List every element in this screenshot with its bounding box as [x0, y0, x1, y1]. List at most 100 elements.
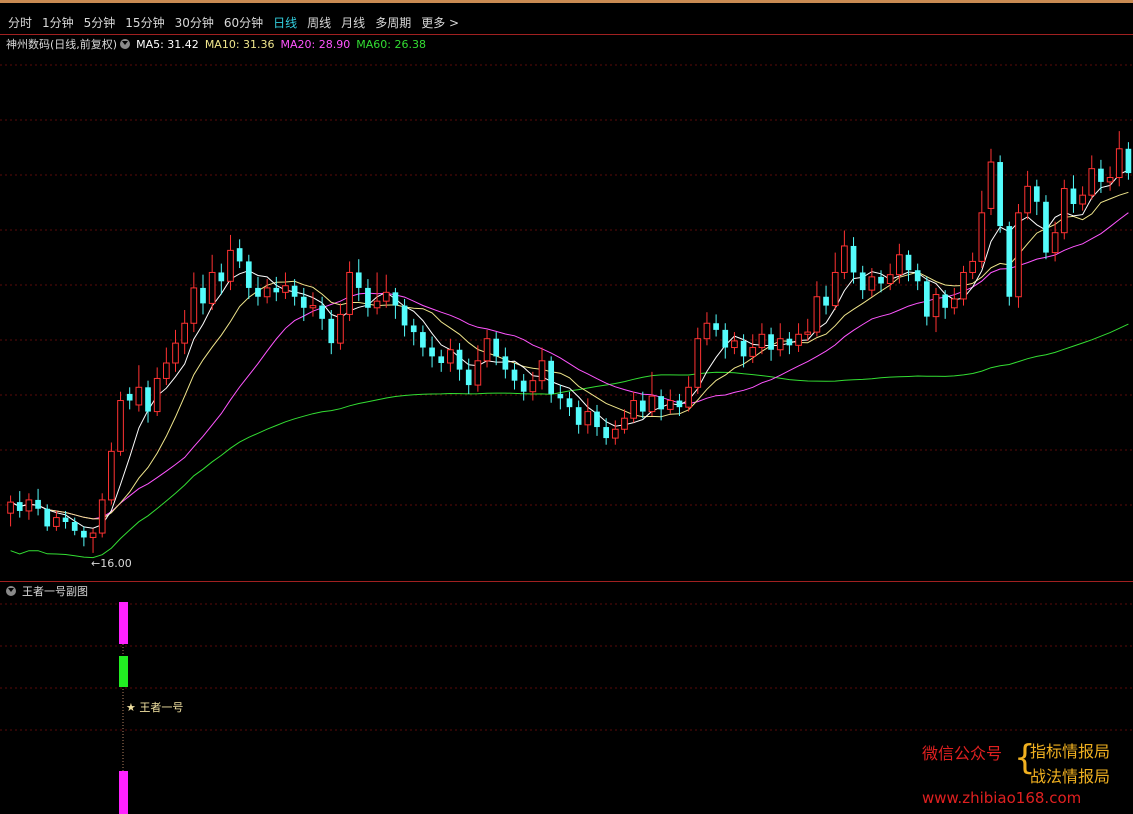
candle-up — [1079, 194, 1086, 205]
candle-up — [1106, 177, 1114, 183]
candle-up — [831, 271, 839, 307]
sub-signal-magenta-bar — [119, 771, 128, 814]
candle-down — [658, 396, 664, 410]
candle-up — [447, 349, 454, 364]
candle-up — [841, 245, 848, 273]
candle-down — [786, 338, 793, 346]
candle-down — [740, 340, 747, 357]
watermark-name1: 指标情报局 — [1030, 742, 1111, 761]
candle-up — [382, 291, 390, 302]
candle-down — [465, 369, 472, 386]
candle-up — [117, 400, 124, 452]
candle-up — [813, 296, 821, 333]
candle-down — [878, 276, 884, 284]
candle-down — [942, 294, 949, 308]
candle-up — [89, 532, 97, 538]
candle-up — [932, 294, 940, 318]
candle-up — [621, 417, 628, 430]
candle-down — [520, 380, 527, 392]
watermark-name2: 战法情报局 — [1030, 767, 1111, 786]
candle-down — [255, 287, 261, 297]
candle-up — [666, 400, 674, 410]
candle-up — [886, 274, 894, 284]
candle-up — [53, 517, 60, 527]
candle-up — [987, 161, 995, 209]
candle-down — [300, 296, 307, 308]
candle-down — [1043, 201, 1049, 253]
candle-up — [227, 249, 234, 282]
candle-up — [950, 298, 958, 309]
candle-down — [319, 305, 325, 319]
candle-up — [584, 411, 592, 426]
candle-down — [145, 387, 151, 412]
candle-down — [859, 272, 866, 291]
candle-down — [410, 325, 417, 333]
candle-up — [1051, 232, 1059, 254]
candlestick-chart[interactable]: ←16.00 — [0, 0, 1133, 814]
candle-down — [575, 407, 582, 425]
candle-up — [703, 322, 711, 340]
candle-up — [648, 395, 656, 413]
candle-up — [758, 333, 766, 349]
pane-divider — [0, 581, 1133, 582]
ma20-line — [10, 212, 1129, 520]
candle-up — [868, 276, 876, 291]
candle-down — [429, 347, 435, 357]
candle-up — [135, 386, 143, 406]
candle-up — [969, 260, 976, 273]
candle-down — [245, 261, 252, 288]
candle-down — [35, 499, 41, 509]
candle-down — [1125, 148, 1132, 174]
candle-up — [529, 380, 537, 393]
candle-up — [153, 377, 161, 413]
candle-up — [978, 212, 986, 262]
candle-up — [685, 386, 692, 408]
candle-down — [126, 393, 133, 401]
candle-down — [218, 272, 225, 282]
candle-down — [456, 349, 463, 370]
candle-up — [1024, 185, 1031, 214]
candle-up — [309, 305, 317, 309]
candle-down — [62, 517, 69, 522]
candle-up — [282, 285, 289, 293]
watermark-url: www.zhibiao168.com — [922, 789, 1082, 807]
candle-down — [997, 162, 1003, 227]
candle-down — [273, 287, 280, 293]
candle-down — [722, 329, 729, 348]
candle-up — [630, 400, 637, 419]
candle-down — [850, 245, 857, 273]
candle-down — [44, 508, 51, 527]
candle-down — [823, 296, 829, 306]
candle-up — [731, 340, 738, 349]
candle-down — [914, 270, 921, 282]
candle-up — [163, 362, 170, 379]
candle-down — [1006, 226, 1013, 297]
candle-down — [548, 360, 555, 394]
candle-down — [511, 369, 518, 381]
candle-down — [200, 287, 206, 304]
candle-up — [172, 342, 179, 364]
candle-up — [694, 338, 702, 388]
candle-up — [337, 313, 344, 344]
sub-chart-header: 王者一号副图 — [6, 584, 88, 600]
candle-down — [566, 398, 573, 408]
candle-up — [7, 501, 14, 514]
candle-up — [960, 271, 967, 300]
candle-up — [795, 333, 802, 346]
candle-down — [502, 356, 509, 370]
candle-up — [25, 499, 33, 512]
candle-down — [355, 272, 362, 288]
candle-down — [1098, 168, 1104, 182]
candle-up — [1060, 188, 1068, 234]
candle-up — [483, 338, 491, 362]
candle-up — [98, 499, 106, 534]
candle-up — [190, 287, 198, 324]
candle-down — [1070, 188, 1077, 204]
candle-down — [401, 305, 408, 326]
candle-down — [557, 393, 564, 399]
candle-down — [328, 318, 335, 344]
chevron-down-icon[interactable] — [6, 586, 16, 596]
candle-down — [291, 285, 298, 297]
candle-up — [208, 271, 216, 304]
candle-down — [639, 400, 646, 412]
